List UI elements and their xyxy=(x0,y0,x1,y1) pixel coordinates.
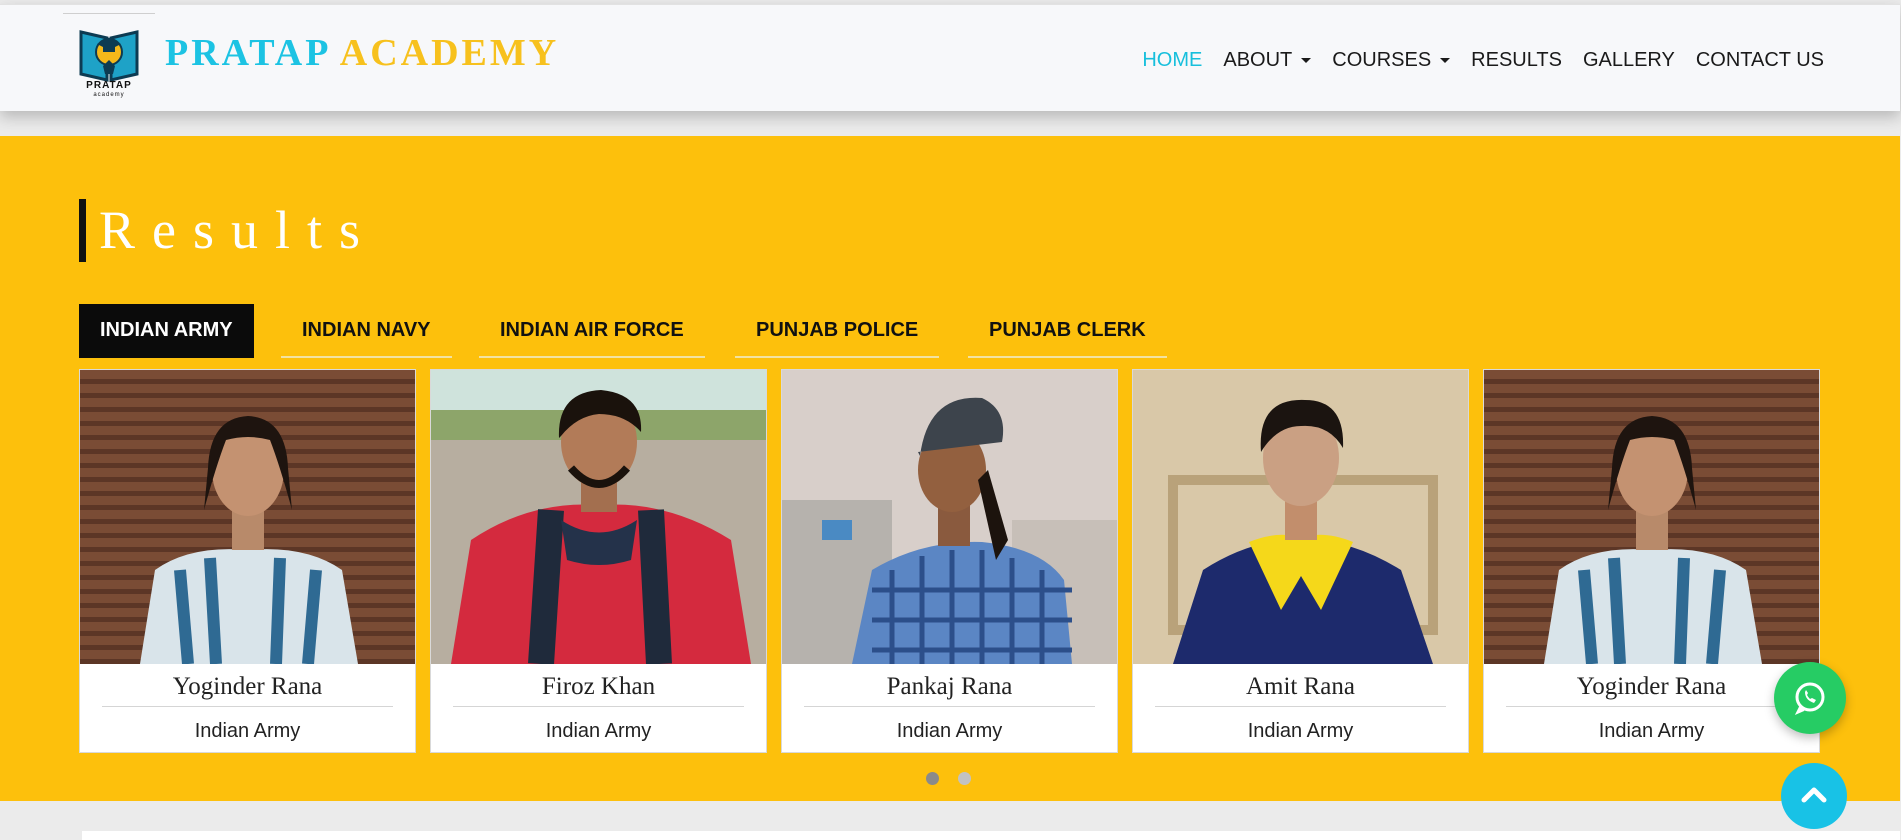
nav-contact[interactable]: CONTACT US xyxy=(1696,49,1824,72)
nav-courses[interactable]: COURSES xyxy=(1332,49,1451,72)
nav-results[interactable]: RESULTS xyxy=(1471,49,1562,72)
nav-about[interactable]: ABOUT xyxy=(1223,49,1312,72)
nav-results-label: RESULTS xyxy=(1471,49,1562,71)
student-name: Pankaj Rana xyxy=(886,673,1013,700)
card-divider xyxy=(804,706,1095,707)
nav-about-label: ABOUT xyxy=(1223,49,1293,71)
card-divider xyxy=(102,706,393,707)
tab-indian-navy[interactable]: INDIAN NAVY xyxy=(281,304,452,358)
brand-word-2: ACADEMY xyxy=(339,32,560,74)
chevron-up-icon xyxy=(1801,787,1827,803)
result-card[interactable]: Firoz Khan Indian Army xyxy=(430,369,767,753)
tab-indian-army[interactable]: INDIAN ARMY xyxy=(79,304,254,358)
student-photo xyxy=(1484,370,1819,664)
logo-subtext: academy xyxy=(93,92,125,98)
student-name: Yoginder Rana xyxy=(1576,673,1727,700)
student-name: Yoginder Rana xyxy=(172,673,323,700)
brand-name[interactable]: PRATAP ACADEMY xyxy=(165,31,559,75)
student-photo xyxy=(782,370,1117,664)
result-card[interactable]: Amit Rana Indian Army xyxy=(1132,369,1469,753)
caret-down-icon xyxy=(1301,58,1312,64)
nav-home-label: HOME xyxy=(1142,49,1203,71)
tab-punjab-police[interactable]: PUNJAB POLICE xyxy=(735,304,940,358)
brand-word-1: PRATAP xyxy=(165,32,330,74)
navbar: PRATAP academy PRATAP ACADEMY HOME ABOUT… xyxy=(0,4,1900,111)
nav-contact-label: CONTACT US xyxy=(1695,49,1824,71)
student-photo xyxy=(431,370,766,664)
student-role: Indian Army xyxy=(1247,720,1354,742)
student-role: Indian Army xyxy=(194,720,301,742)
carousel-dot-1[interactable] xyxy=(926,772,939,785)
student-role: Indian Army xyxy=(545,720,652,742)
book-graduate-icon xyxy=(79,30,139,82)
result-card[interactable]: Yoginder Rana Indian Army xyxy=(1483,369,1820,753)
main-nav: HOME ABOUT COURSES RESULTS GALLERY CONTA… xyxy=(1121,49,1824,72)
student-photo xyxy=(1133,370,1468,664)
student-name: Firoz Khan xyxy=(541,673,656,700)
tab-indian-air-force[interactable]: INDIAN AIR FORCE xyxy=(479,304,705,358)
section-title: Results xyxy=(79,199,377,262)
next-section-edge xyxy=(82,831,1900,840)
card-divider xyxy=(1506,706,1797,707)
site-logo[interactable]: PRATAP academy xyxy=(63,13,155,100)
results-carousel: Yoginder Rana Indian Army Firoz Khan Ind… xyxy=(79,369,1821,753)
student-role: Indian Army xyxy=(896,720,1003,742)
student-role: Indian Army xyxy=(1598,720,1705,742)
carousel-dot-2[interactable] xyxy=(958,772,971,785)
results-section: Results INDIAN ARMY INDIAN NAVY INDIAN A… xyxy=(0,136,1900,801)
caret-down-icon xyxy=(1440,58,1451,64)
whatsapp-icon xyxy=(1794,682,1825,715)
logo-text: PRATAP xyxy=(86,80,132,91)
scroll-to-top-button[interactable] xyxy=(1781,763,1847,829)
result-card[interactable]: Yoginder Rana Indian Army xyxy=(79,369,416,753)
nav-home[interactable]: HOME xyxy=(1142,49,1202,72)
nav-gallery[interactable]: GALLERY xyxy=(1583,49,1675,72)
student-photo xyxy=(80,370,415,664)
tab-punjab-clerk[interactable]: PUNJAB CLERK xyxy=(968,304,1167,358)
card-divider xyxy=(453,706,744,707)
card-divider xyxy=(1155,706,1446,707)
result-card[interactable]: Pankaj Rana Indian Army xyxy=(781,369,1118,753)
student-name: Amit Rana xyxy=(1245,673,1355,700)
nav-courses-label: COURSES xyxy=(1332,49,1432,71)
nav-gallery-label: GALLERY xyxy=(1582,49,1675,71)
whatsapp-button[interactable] xyxy=(1774,662,1846,734)
